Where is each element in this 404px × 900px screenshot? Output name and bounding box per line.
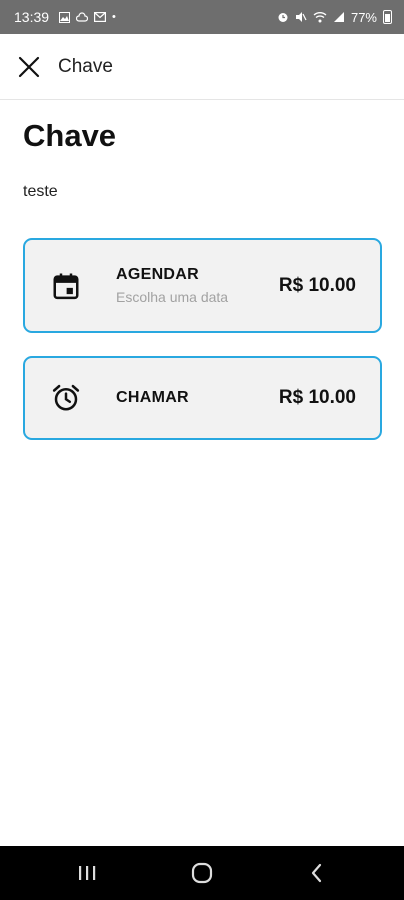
gallery-icon	[59, 11, 71, 23]
home-icon	[191, 862, 213, 884]
agendar-price: R$ 10.00	[278, 274, 356, 296]
agendar-text: AGENDAR Escolha uma data	[116, 266, 279, 305]
battery-icon	[383, 10, 392, 24]
status-bar: 13:39 • 77%	[0, 0, 404, 34]
back-icon	[311, 863, 321, 883]
home-button[interactable]	[172, 851, 232, 895]
status-left: 13:39 •	[14, 9, 116, 25]
chamar-label: CHAMAR	[116, 389, 189, 406]
battery-percent: 77%	[350, 9, 377, 25]
app-bar-title: Chave	[58, 55, 113, 77]
close-button[interactable]	[1, 39, 57, 95]
back-button[interactable]	[287, 851, 347, 895]
chamar-option[interactable]: CHAMAR R$ 10.00	[23, 356, 382, 440]
page-title: Chave	[23, 118, 117, 153]
page-description: teste	[23, 183, 58, 200]
cloud-icon	[76, 11, 89, 22]
mute-icon	[295, 12, 307, 22]
status-right: 77%	[277, 10, 392, 25]
agendar-label: AGENDAR	[116, 266, 199, 283]
wifi-icon	[313, 12, 327, 23]
app-bar: Chave	[0, 34, 404, 100]
chamar-price: R$ 10.00	[278, 387, 356, 408]
status-dot: •	[112, 10, 116, 23]
navigation-bar	[0, 846, 404, 900]
close-icon	[18, 56, 40, 77]
mail-icon	[94, 12, 107, 22]
alarm-clock-icon	[45, 377, 87, 419]
agendar-option[interactable]: AGENDAR Escolha uma data R$ 10.00	[23, 238, 382, 333]
signal-icon	[333, 12, 344, 22]
agendar-sublabel: Escolha uma data	[116, 289, 229, 305]
recent-apps-button[interactable]	[57, 851, 117, 895]
calendar-icon	[45, 265, 87, 307]
recent-apps-icon	[79, 866, 96, 880]
alarm-icon	[278, 13, 288, 22]
status-time: 13:39	[14, 9, 50, 25]
chamar-text: CHAMAR	[116, 389, 279, 407]
